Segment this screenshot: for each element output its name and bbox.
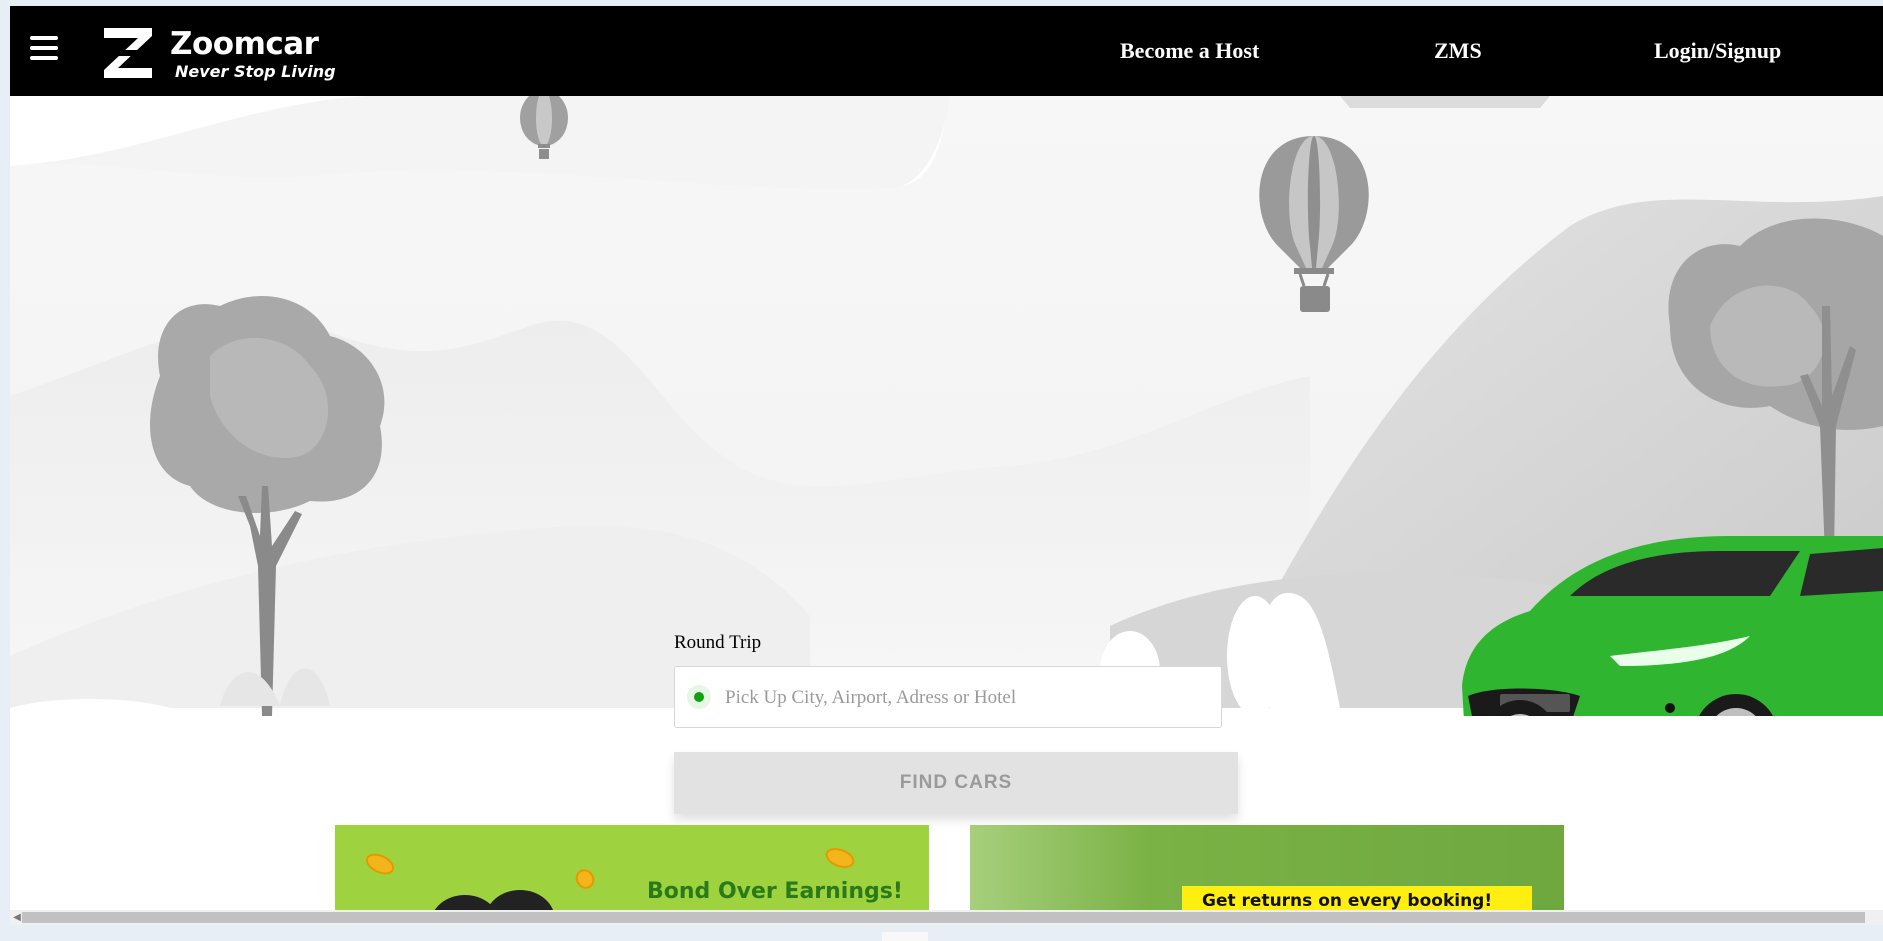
brand-name: Zoomcar [170,26,319,62]
location-dot-icon [687,685,711,709]
scrollbar-thumb[interactable] [22,912,1865,923]
page: Zoomcar Never Stop Living Become a Host … [10,6,1883,910]
promo-headline: Bond Over Earnings! [647,879,903,904]
zoomcar-logo-mark [104,28,152,78]
coin-icon [362,849,398,879]
nav-zms-link[interactable]: ZMS [1434,38,1482,64]
pickup-location-input[interactable] [723,677,1207,719]
nav-become-host-link[interactable]: Become a Host [1120,38,1259,64]
horizontal-scrollbar[interactable]: ◀ [10,910,1883,925]
hamburger-menu-icon[interactable] [30,36,58,62]
hero-illustration: Round Trip FIND CARS [10,96,1883,814]
pickup-location-field[interactable] [674,666,1222,728]
bottom-edge-tab [882,932,928,941]
promo-card-host-earnings[interactable]: Bond Over Earnings! [335,825,929,910]
promo-card-booking-returns[interactable]: Get returns on every booking! [970,825,1564,910]
nav-login-signup-link[interactable]: Login/Signup [1654,38,1781,64]
promo-headline: Get returns on every booking! [1202,891,1493,910]
top-navbar: Zoomcar Never Stop Living Become a Host … [10,6,1883,96]
hero-background [10,96,1883,716]
brand-tagline: Never Stop Living [175,62,336,81]
person-illustration [485,890,555,910]
find-cars-button[interactable]: FIND CARS [674,752,1238,814]
zoomcar-logo[interactable]: Zoomcar Never Stop Living [100,24,350,82]
trip-type-label[interactable]: Round Trip [674,632,761,654]
coin-icon [822,844,858,872]
coin-icon [572,865,598,893]
